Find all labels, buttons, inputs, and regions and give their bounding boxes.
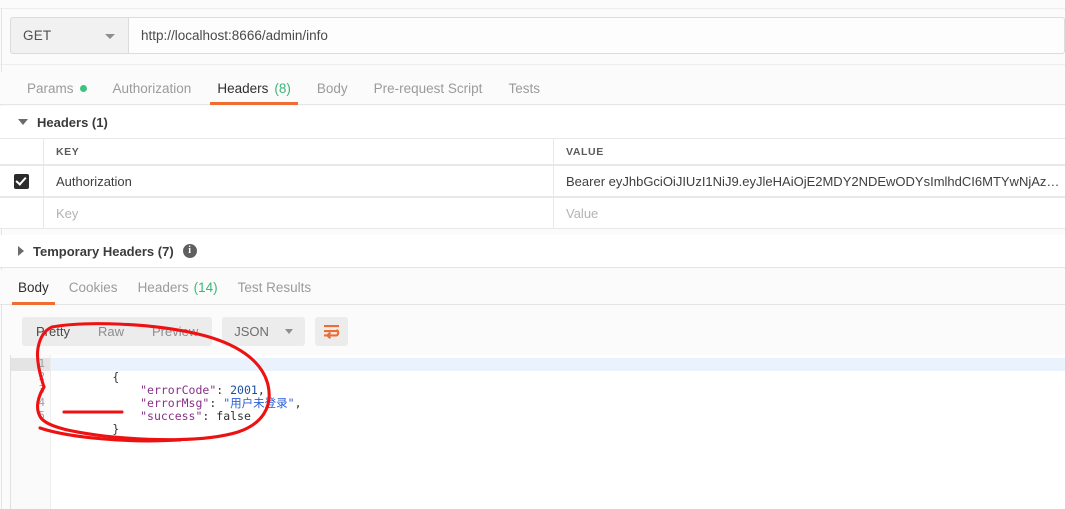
gutter-line-1-number: 1 (38, 358, 45, 370)
info-icon[interactable]: i (182, 244, 197, 258)
column-header-key: KEY (56, 145, 80, 158)
view-mode-raw[interactable]: Raw (84, 317, 138, 346)
view-mode-preview[interactable]: Preview (138, 317, 212, 346)
new-key-placeholder: Key (56, 205, 79, 221)
code-line-3-tail: , (294, 396, 302, 410)
response-tab-body[interactable]: Body (8, 270, 59, 305)
code-line-1-text: { (112, 370, 120, 384)
response-format-selector[interactable]: JSON (222, 317, 305, 346)
response-tab-headers[interactable]: Headers (14) (128, 270, 228, 305)
params-active-dot-icon (79, 85, 87, 92)
row-checkbox-cell[interactable] (0, 166, 44, 196)
tab-params-label: Params (27, 80, 74, 96)
header-value-column: VALUE (554, 139, 1065, 164)
request-url-text: http://localhost:8666/admin/info (141, 28, 328, 43)
new-row-value-cell[interactable]: Value (554, 198, 1065, 228)
header-checkbox-column (0, 139, 44, 164)
temporary-headers-title: Temporary Headers (7) (33, 243, 174, 259)
new-row-checkbox-cell[interactable] (0, 198, 44, 228)
code-line-3-indent (112, 396, 140, 410)
code-line-4-key: "success" (140, 409, 203, 423)
row-key-cell[interactable]: Authorization (44, 166, 554, 196)
new-row-key-cell[interactable]: Key (44, 198, 554, 228)
tab-params[interactable]: Params (14, 72, 100, 105)
editor-code-area[interactable]: { "errorCode": 2001, "errorMsg": "用户未登录"… (51, 355, 1065, 509)
header-key-value: Authorization (56, 173, 132, 189)
gutter-line-4: 4 (38, 397, 45, 409)
gutter-line-5: 5 (38, 410, 45, 422)
wrap-lines-button[interactable] (314, 317, 348, 346)
table-row-new: Key Value (0, 197, 1065, 229)
headers-table: KEY VALUE Authorization Bearer eyJhbGciO… (0, 138, 1065, 229)
tab-headers-count: (8) (274, 80, 291, 96)
code-line-3-key: "errorMsg" (140, 396, 210, 410)
window-top-strip (0, 0, 1065, 9)
request-tab-bar: Params Authorization Headers (8) Body Pr… (0, 72, 1065, 105)
response-tab-bar: Body Cookies Headers (14) Test Results (0, 270, 1065, 305)
code-line-2-key: "errorCode" (140, 383, 217, 397)
column-header-value: VALUE (566, 145, 604, 158)
chevron-down-icon (105, 33, 115, 39)
code-line-4-indent (112, 409, 140, 423)
response-tab-test-results[interactable]: Test Results (228, 270, 322, 305)
response-tab-headers-label: Headers (137, 280, 189, 295)
view-mode-pretty[interactable]: Pretty (22, 317, 84, 346)
tab-body[interactable]: Body (304, 72, 361, 105)
code-line-3-value: "用户未登录" (223, 396, 295, 410)
table-row: Authorization Bearer eyJhbGciOiJIUzI1NiJ… (0, 165, 1065, 197)
new-value-placeholder: Value (566, 205, 599, 221)
tab-body-label: Body (316, 80, 348, 96)
tab-tests-label: Tests (508, 80, 540, 96)
tab-authorization-label: Authorization (112, 80, 192, 96)
code-line-2-sep: : (216, 383, 231, 397)
code-line-3-sep: : (209, 396, 224, 410)
gutter-line-1: 1 (11, 358, 59, 371)
tab-tests[interactable]: Tests (495, 72, 553, 105)
header-key-column: KEY (44, 139, 554, 164)
request-url-input[interactable]: http://localhost:8666/admin/info (128, 17, 1065, 54)
code-line-2-indent (112, 383, 140, 397)
gutter-line-2: 2 (38, 371, 45, 383)
tab-pre-request-script[interactable]: Pre-request Script (361, 72, 496, 105)
chevron-right-icon (18, 246, 24, 256)
code-line-2: "errorCode": 2001, (51, 371, 1065, 397)
code-line-5-text: } (112, 422, 120, 436)
url-bar: GET http://localhost:8666/admin/info (10, 17, 1065, 54)
response-tab-cookies[interactable]: Cookies (59, 270, 128, 305)
response-tab-cookies-label: Cookies (68, 280, 118, 295)
gutter-line-3: 3 (38, 384, 45, 396)
tab-headers-label: Headers (217, 80, 269, 96)
wrap-lines-icon (323, 325, 340, 339)
response-format-label: JSON (234, 324, 269, 339)
code-line-4-sep: : (202, 409, 217, 423)
code-line-1: { (51, 358, 1065, 384)
http-method-selector[interactable]: GET (10, 17, 128, 54)
response-tab-headers-count: (14) (193, 280, 218, 295)
tab-headers[interactable]: Headers (8) (204, 72, 304, 105)
header-enabled-checkbox[interactable] (14, 173, 29, 189)
code-line-2-value: 2001 (230, 383, 258, 397)
response-body-editor[interactable]: 1 2 3 4 5 { "errorCode": 2001, "errorMsg… (10, 355, 1065, 509)
headers-section-title: Headers (1) (37, 114, 108, 130)
response-body-toolbar: Pretty Raw Preview JSON (22, 317, 348, 346)
postman-request-window: GET http://localhost:8666/admin/info Par… (0, 0, 1065, 509)
tab-pre-request-script-label: Pre-request Script (373, 80, 483, 96)
response-tab-body-label: Body (18, 280, 49, 295)
temporary-headers-toggle[interactable]: Temporary Headers (7) i (0, 235, 1065, 268)
url-bar-divider (0, 64, 1065, 65)
response-view-mode-group: Pretty Raw Preview (22, 317, 213, 346)
headers-section-toggle[interactable]: Headers (1) (0, 106, 1065, 138)
code-line-4-value: false (216, 409, 251, 423)
header-value-value: Bearer eyJhbGciOiJIUzI1NiJ9.eyJleHAiOjE2… (566, 173, 1065, 189)
chevron-down-icon (18, 119, 28, 125)
table-header-row: KEY VALUE (0, 138, 1065, 165)
chevron-down-icon (284, 329, 293, 334)
row-value-cell[interactable]: Bearer eyJhbGciOiJIUzI1NiJ9.eyJleHAiOjE2… (554, 166, 1065, 196)
tab-authorization[interactable]: Authorization (100, 72, 205, 105)
response-tab-test-results-label: Test Results (237, 280, 312, 295)
code-line-2-tail: , (257, 383, 265, 397)
http-method-label: GET (23, 28, 52, 43)
editor-gutter: 1 2 3 4 5 (11, 355, 59, 509)
